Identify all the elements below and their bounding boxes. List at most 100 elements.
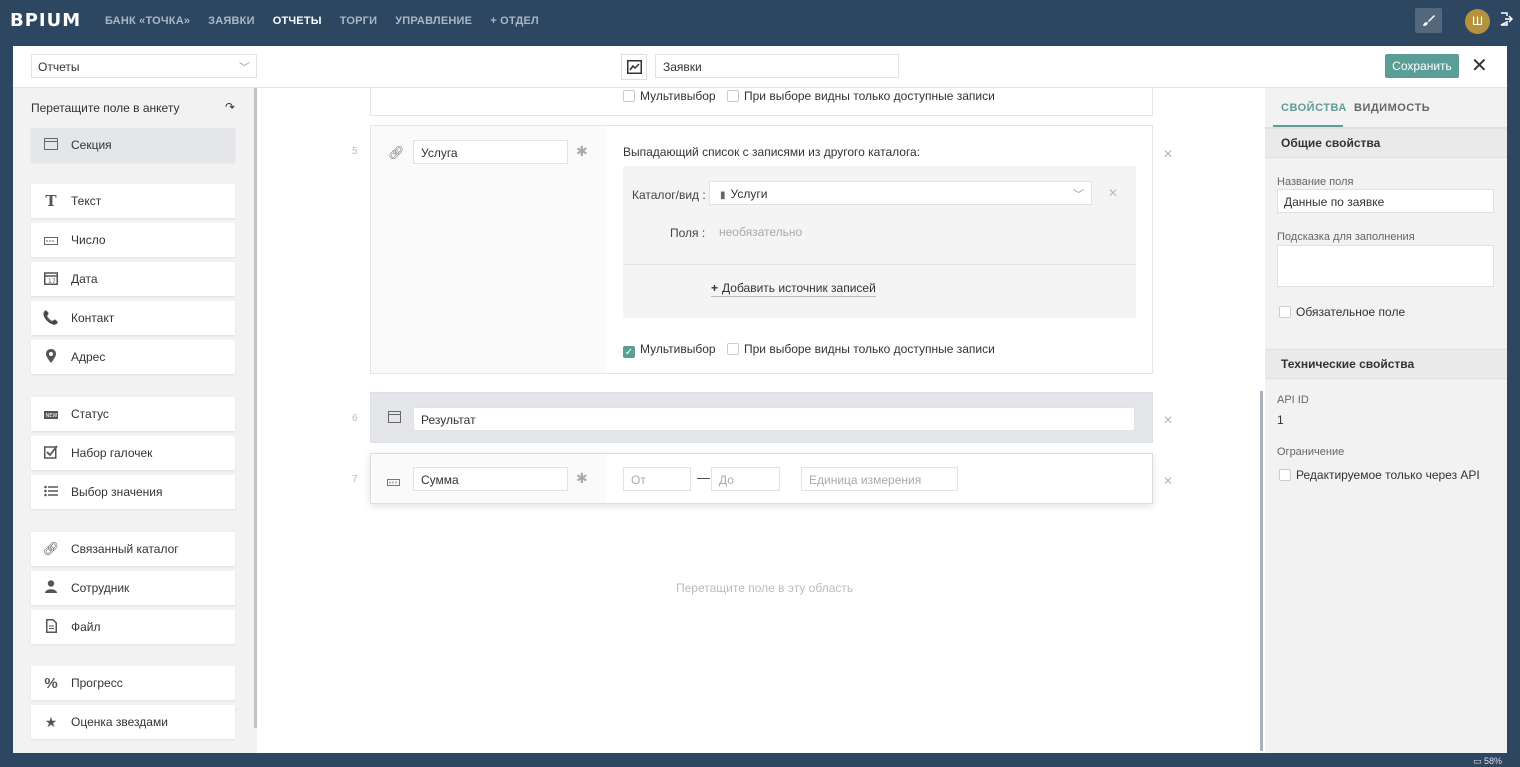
palette-item-file[interactable]: Файл <box>31 610 235 644</box>
hint-textarea[interactable] <box>1277 245 1494 287</box>
palette-item-progress[interactable]: % Прогресс <box>31 666 235 700</box>
palette-item-label: Файл <box>71 620 101 634</box>
fields-select[interactable]: необязательно <box>719 225 802 239</box>
field-name-input[interactable]: Услуга <box>413 140 568 164</box>
nav-item-management[interactable]: УПРАВЛЕНИЕ <box>395 15 472 27</box>
unit-input[interactable]: Единица измерения <box>801 467 958 491</box>
required-asterisk-icon[interactable]: ✱ <box>576 143 588 160</box>
nav-item-reports[interactable]: ОТЧЕТЫ <box>273 15 322 27</box>
status-icon: NEW <box>31 407 71 422</box>
avatar[interactable]: Ш <box>1465 9 1490 34</box>
battery-indicator: ▭ 58% <box>1473 756 1502 767</box>
catalog-icon-picker[interactable] <box>621 54 647 80</box>
add-source-label: Добавить источник записей <box>722 281 876 295</box>
checkbox[interactable] <box>727 90 739 102</box>
link-icon: 🔗︎ <box>42 541 60 556</box>
range-to-input[interactable]: До <box>711 467 780 491</box>
palette-item-label: Прогресс <box>71 676 123 690</box>
palette-item-label: Контакт <box>71 311 115 325</box>
catalog-name-input[interactable]: Заявки <box>655 54 899 78</box>
palette-item-label: Связанный каталог <box>71 542 179 556</box>
delete-field-icon[interactable]: ✕ <box>1163 147 1173 161</box>
only-available-label: При выборе видны только доступные записи <box>744 89 995 103</box>
section-icon <box>31 137 71 153</box>
api-only-checkbox[interactable]: Редактируемое только через API <box>1279 468 1480 482</box>
section-select[interactable]: Отчеты ﹀ <box>31 54 257 78</box>
editor-toolbar: Отчеты ﹀ Заявки Сохранить ✕ <box>13 46 1507 88</box>
svg-text:17: 17 <box>48 278 56 285</box>
logout-icon[interactable] <box>1499 12 1514 28</box>
checkbox-checked[interactable]: ✓ <box>623 346 635 358</box>
multiselect-checkbox[interactable]: ✓ Мультивыбор <box>623 342 716 358</box>
star-icon: ★ <box>44 713 58 730</box>
field-name-property-input[interactable]: Данные по заявке <box>1277 189 1494 213</box>
palette-item-text[interactable]: T Текст <box>31 184 235 218</box>
location-pin-icon <box>31 348 71 366</box>
required-asterisk-icon[interactable]: ✱ <box>576 470 588 487</box>
required-field-label: Обязательное поле <box>1296 305 1406 319</box>
only-available-checkbox[interactable]: При выборе видны только доступные записи <box>727 342 995 356</box>
top-navigation-bar: BPIUM БАНК «ТОЧКА» ЗАЯВКИ ОТЧЕТЫ ТОРГИ У… <box>0 0 1520 42</box>
phone-icon: 📞 <box>42 310 60 325</box>
properties-tabs: СВОЙСТВА ВИДИМОСТЬ <box>1265 88 1507 128</box>
palette-item-status[interactable]: NEW Статус <box>31 397 235 431</box>
palette-item-contact[interactable]: 📞 Контакт <box>31 301 235 335</box>
palette-header: Перетащите поле в анкету <box>31 101 180 115</box>
plus-icon: + <box>711 281 719 295</box>
app-logo[interactable]: BPIUM <box>10 10 81 31</box>
save-button[interactable]: Сохранить <box>1385 54 1459 78</box>
chart-image-icon <box>626 60 642 74</box>
palette-item-number[interactable]: Число <box>31 223 235 257</box>
field-card-service[interactable]: 🔗︎ Услуга ✱ Выпадающий список с записями… <box>370 125 1153 374</box>
nav-item-auctions[interactable]: ТОРГИ <box>340 15 377 27</box>
close-icon[interactable]: ✕ <box>1471 56 1488 76</box>
remove-source-icon[interactable]: ✕ <box>1108 186 1118 200</box>
only-available-checkbox-prev[interactable]: При выборе видны только доступные записи <box>727 89 995 103</box>
nav-item-requests[interactable]: ЗАЯВКИ <box>208 15 255 27</box>
form-scrollbar[interactable] <box>1260 391 1263 751</box>
number-icon <box>31 233 71 248</box>
delete-field-icon[interactable]: ✕ <box>1163 413 1173 427</box>
api-id-value: 1 <box>1277 413 1284 427</box>
range-dash: — <box>697 470 710 485</box>
link-icon[interactable]: 🔗︎ <box>388 145 405 161</box>
section-select-value: Отчеты <box>38 60 80 74</box>
source-panel: Каталог/вид : ▮ Услуги ﹀ ✕ Поля : необяза… <box>623 166 1136 318</box>
field-palette: Перетащите поле в анкету ↷ Секция T Текс… <box>13 88 257 753</box>
palette-item-label: Число <box>71 233 106 247</box>
palette-item-section[interactable]: Секция <box>31 128 235 162</box>
palette-item-rating[interactable]: ★ Оценка звездами <box>31 705 235 739</box>
section-name-input[interactable]: Результат <box>413 407 1135 431</box>
add-source-button[interactable]: + Добавить источник записей <box>711 281 876 297</box>
nav-item-bank[interactable]: БАНК «ТОЧКА» <box>105 15 190 27</box>
field-card-sum[interactable]: Сумма ✱ От — До Единица измерения <box>370 453 1153 504</box>
checkbox[interactable] <box>623 90 635 102</box>
checkbox[interactable] <box>727 343 739 355</box>
field-number: 7 <box>352 474 358 485</box>
tab-properties[interactable]: СВОЙСТВА <box>1281 102 1347 114</box>
multiselect-checkbox-prev[interactable]: Мультивыбор <box>623 89 716 103</box>
palette-item-address[interactable]: Адрес <box>31 340 235 374</box>
nav-item-add-department[interactable]: + ОТДЕЛ <box>490 15 539 27</box>
delete-field-icon[interactable]: ✕ <box>1163 474 1173 488</box>
palette-item-dropdown[interactable]: Выбор значения <box>31 475 235 509</box>
palette-item-date[interactable]: 17 Дата <box>31 262 235 296</box>
range-from-input[interactable]: От <box>623 467 691 491</box>
field-name-input[interactable]: Сумма <box>413 467 568 491</box>
palette-item-linked-catalog[interactable]: 🔗︎ Связанный каталог <box>31 532 235 566</box>
palette-item-label: Секция <box>71 138 112 152</box>
required-field-checkbox[interactable]: Обязательное поле <box>1279 305 1405 319</box>
curved-arrow-icon: ↷ <box>225 100 236 114</box>
battery-percent: 58% <box>1484 756 1503 766</box>
palette-item-checkboxes[interactable]: Набор галочек <box>31 436 235 470</box>
checkbox[interactable] <box>1279 306 1291 318</box>
tab-visibility[interactable]: ВИДИМОСТЬ <box>1354 102 1430 114</box>
section-card-result[interactable]: Результат <box>370 392 1153 443</box>
checkbox[interactable] <box>1279 469 1291 481</box>
catalog-select[interactable]: ▮ Услуги ﹀ <box>709 181 1092 205</box>
field-number: 5 <box>352 146 358 157</box>
percent-icon: % <box>44 674 58 692</box>
brush-icon[interactable] <box>1415 8 1442 33</box>
api-only-label: Редактируемое только через API <box>1296 468 1480 482</box>
palette-item-employee[interactable]: Сотрудник <box>31 571 235 605</box>
